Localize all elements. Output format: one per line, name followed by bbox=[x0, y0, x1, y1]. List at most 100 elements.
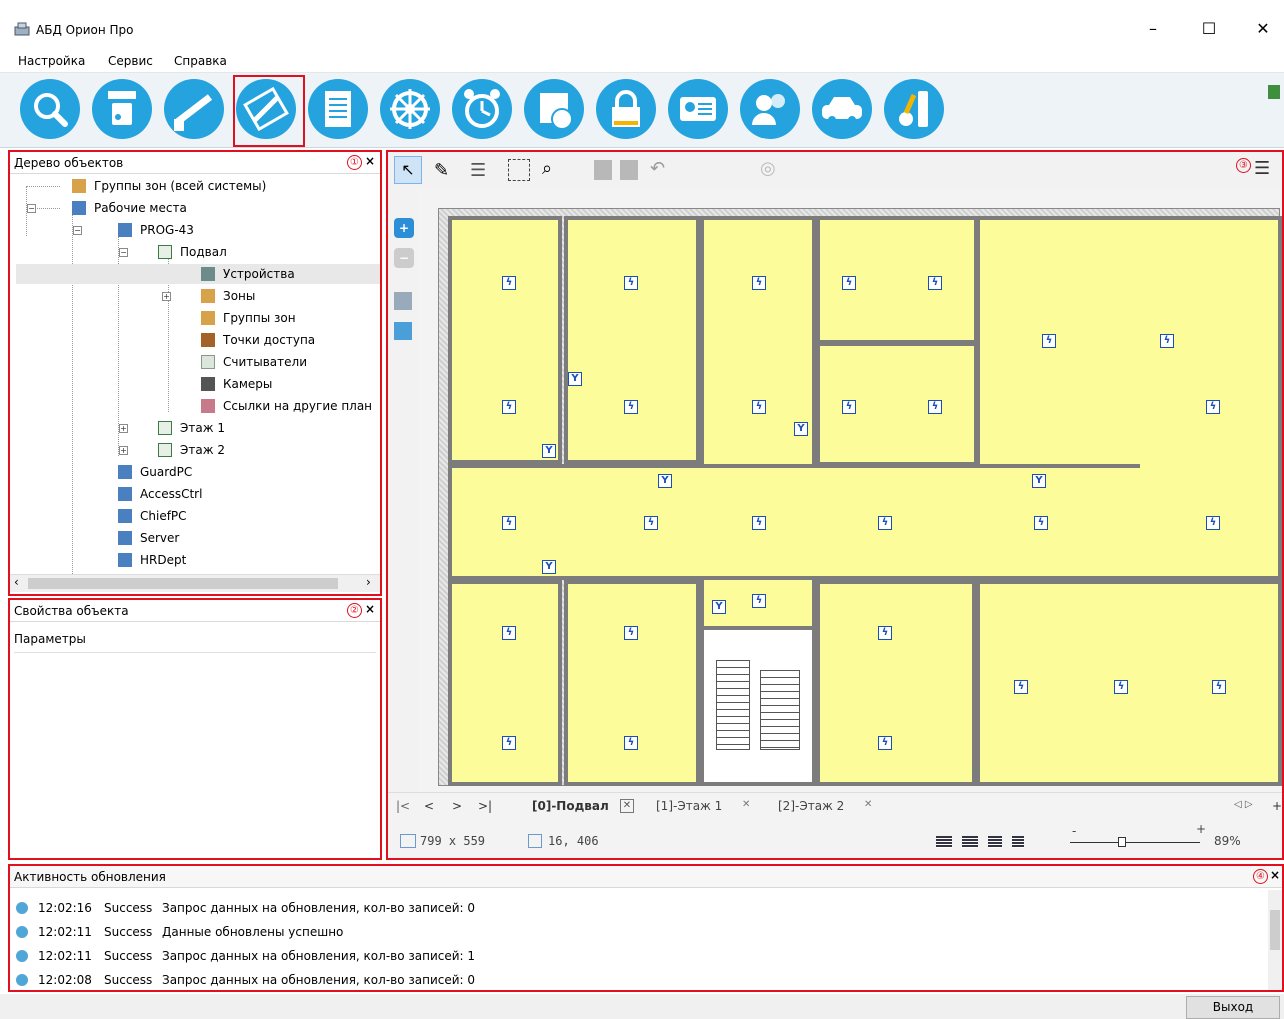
pointer-tool-icon[interactable]: ↖ bbox=[394, 156, 422, 184]
horizontal-scrollbar[interactable]: ‹ › bbox=[10, 574, 380, 592]
expander[interactable]: + bbox=[119, 424, 128, 433]
sensor-icon[interactable]: ϟ bbox=[1206, 400, 1220, 414]
tree-item[interactable]: Зоны bbox=[201, 286, 255, 306]
sensor-icon[interactable]: ϟ bbox=[624, 276, 638, 290]
sensor-icon[interactable]: ϟ bbox=[752, 276, 766, 290]
tree-item[interactable]: Подвал bbox=[158, 242, 227, 262]
props-panel-close-button[interactable]: × bbox=[365, 602, 375, 616]
minimize-button[interactable]: – bbox=[1138, 14, 1168, 44]
zoom-slider-thumb[interactable] bbox=[1118, 837, 1126, 847]
reader-icon[interactable]: Y bbox=[658, 474, 672, 488]
reader-icon[interactable]: Y bbox=[568, 372, 582, 386]
sensor-icon[interactable]: ϟ bbox=[502, 736, 516, 750]
align-icon[interactable] bbox=[936, 836, 952, 848]
sensor-icon[interactable]: ϟ bbox=[1160, 334, 1174, 348]
tab-close-button[interactable]: ✕ bbox=[620, 799, 634, 813]
sensor-icon[interactable]: ϟ bbox=[878, 736, 892, 750]
schedule-icon[interactable] bbox=[524, 79, 584, 139]
zoom-slider[interactable] bbox=[1070, 837, 1200, 847]
tab-close-button[interactable]: ✕ bbox=[864, 799, 872, 810]
grid-view-icon[interactable] bbox=[1268, 85, 1280, 99]
tree-item[interactable]: Группы зон bbox=[201, 308, 296, 328]
wheel-icon[interactable] bbox=[380, 79, 440, 139]
edit-tool-icon[interactable]: ✎ bbox=[434, 160, 449, 181]
tree-item[interactable]: Точки доступа bbox=[201, 330, 315, 350]
exit-button[interactable]: Выход bbox=[1186, 996, 1280, 1019]
tree-item[interactable]: Ссылки на другие план bbox=[201, 396, 372, 416]
image-import-icon[interactable] bbox=[394, 292, 412, 310]
reader-icon[interactable]: Y bbox=[712, 600, 726, 614]
scroll-right-icon[interactable]: › bbox=[366, 575, 371, 589]
save-as-icon[interactable] bbox=[620, 160, 638, 180]
tree-item[interactable]: Рабочие места bbox=[72, 198, 187, 218]
sensor-icon[interactable]: ϟ bbox=[752, 516, 766, 530]
scroll-left-icon[interactable]: ‹ bbox=[14, 575, 19, 589]
sensor-icon[interactable]: ϟ bbox=[842, 276, 856, 290]
sensor-icon[interactable]: ϟ bbox=[928, 276, 942, 290]
tree-item[interactable]: AccessCtrl bbox=[118, 484, 202, 504]
floor-plan-canvas[interactable]: ϟ ϟ ϟ ϟ ϟ ϟ ϟ ϟ ϟ ϟ ϟ ϟ ϟ ϟ ϟ ϟ ϟ ϟ ϟ ϟ … bbox=[418, 188, 1282, 792]
expander[interactable]: + bbox=[119, 446, 128, 455]
tab-basement[interactable]: [0]-Подвал bbox=[532, 799, 609, 813]
sensor-icon[interactable]: ϟ bbox=[624, 626, 638, 640]
tree-item-selected[interactable]: Устройства bbox=[16, 264, 380, 284]
sensor-icon[interactable]: ϟ bbox=[502, 400, 516, 414]
add-tab-button[interactable]: + bbox=[1272, 799, 1282, 813]
menu-list-icon[interactable]: ☰ bbox=[1254, 158, 1270, 179]
align-icon[interactable] bbox=[962, 836, 978, 848]
image-export-icon[interactable] bbox=[394, 322, 412, 340]
tab-close-button[interactable]: ✕ bbox=[742, 799, 750, 810]
expander[interactable]: − bbox=[119, 248, 128, 257]
menu-service[interactable]: Сервис bbox=[108, 54, 153, 68]
tree-item[interactable]: Этаж 1 bbox=[158, 418, 225, 438]
sensor-icon[interactable]: ϟ bbox=[624, 736, 638, 750]
reader-icon[interactable]: Y bbox=[542, 444, 556, 458]
zoom-out-button[interactable]: - bbox=[1072, 824, 1076, 838]
sensor-icon[interactable]: ϟ bbox=[502, 516, 516, 530]
log-panel-close-button[interactable]: × bbox=[1270, 868, 1280, 882]
users-icon[interactable] bbox=[740, 79, 800, 139]
sensor-icon[interactable]: ϟ bbox=[502, 626, 516, 640]
tab-floor-2[interactable]: [2]-Этаж 2 bbox=[778, 799, 844, 813]
zoom-in-button[interactable]: + bbox=[1196, 822, 1206, 836]
vertical-scrollbar[interactable] bbox=[1268, 890, 1282, 990]
reader-icon[interactable]: Y bbox=[542, 560, 556, 574]
tree-item[interactable]: ChiefPC bbox=[118, 506, 187, 526]
sensor-icon[interactable]: ϟ bbox=[928, 400, 942, 414]
first-page-button[interactable]: |< bbox=[396, 799, 410, 813]
tree-item[interactable]: PROG-43 bbox=[118, 220, 194, 240]
scrollbar-thumb[interactable] bbox=[1270, 910, 1280, 950]
text-tool-icon[interactable]: ☰ bbox=[470, 160, 486, 181]
reader-icon[interactable]: Y bbox=[1032, 474, 1046, 488]
align-icon[interactable] bbox=[1012, 836, 1024, 848]
tree-item[interactable]: Группы зон (всей системы) bbox=[72, 176, 266, 196]
menu-help[interactable]: Справка bbox=[174, 54, 227, 68]
expander[interactable]: − bbox=[73, 226, 82, 235]
menu-settings[interactable]: Настройка bbox=[18, 54, 85, 68]
sensor-icon[interactable]: ϟ bbox=[752, 400, 766, 414]
sensor-icon[interactable]: ϟ bbox=[1042, 334, 1056, 348]
sensor-icon[interactable]: ϟ bbox=[502, 276, 516, 290]
sensor-icon[interactable]: ϟ bbox=[842, 400, 856, 414]
list-icon[interactable] bbox=[308, 79, 368, 139]
alarm-clock-icon[interactable] bbox=[452, 79, 512, 139]
sensor-icon[interactable]: ϟ bbox=[1206, 516, 1220, 530]
remove-plan-icon[interactable]: − bbox=[394, 248, 414, 268]
sensor-icon[interactable]: ϟ bbox=[624, 400, 638, 414]
add-plan-icon[interactable]: + bbox=[394, 218, 414, 238]
expander[interactable]: + bbox=[162, 292, 171, 301]
key-icon[interactable] bbox=[884, 79, 944, 139]
select-area-icon[interactable] bbox=[508, 159, 530, 181]
sensor-icon[interactable]: ϟ bbox=[878, 516, 892, 530]
undo-icon[interactable]: ↶ bbox=[650, 158, 665, 179]
tab-scroll-arrows[interactable]: ◁ ▷ bbox=[1234, 799, 1253, 810]
car-icon[interactable] bbox=[812, 79, 872, 139]
close-button[interactable]: ✕ bbox=[1248, 14, 1278, 44]
tree-panel-close-button[interactable]: × bbox=[365, 154, 375, 168]
maximize-button[interactable]: ☐ bbox=[1194, 14, 1224, 44]
tree-item[interactable]: Server bbox=[118, 528, 179, 548]
next-page-button[interactable]: > bbox=[452, 799, 462, 813]
sensor-icon[interactable]: ϟ bbox=[644, 516, 658, 530]
sensor-icon[interactable]: ϟ bbox=[878, 626, 892, 640]
sensor-icon[interactable]: ϟ bbox=[752, 594, 766, 608]
